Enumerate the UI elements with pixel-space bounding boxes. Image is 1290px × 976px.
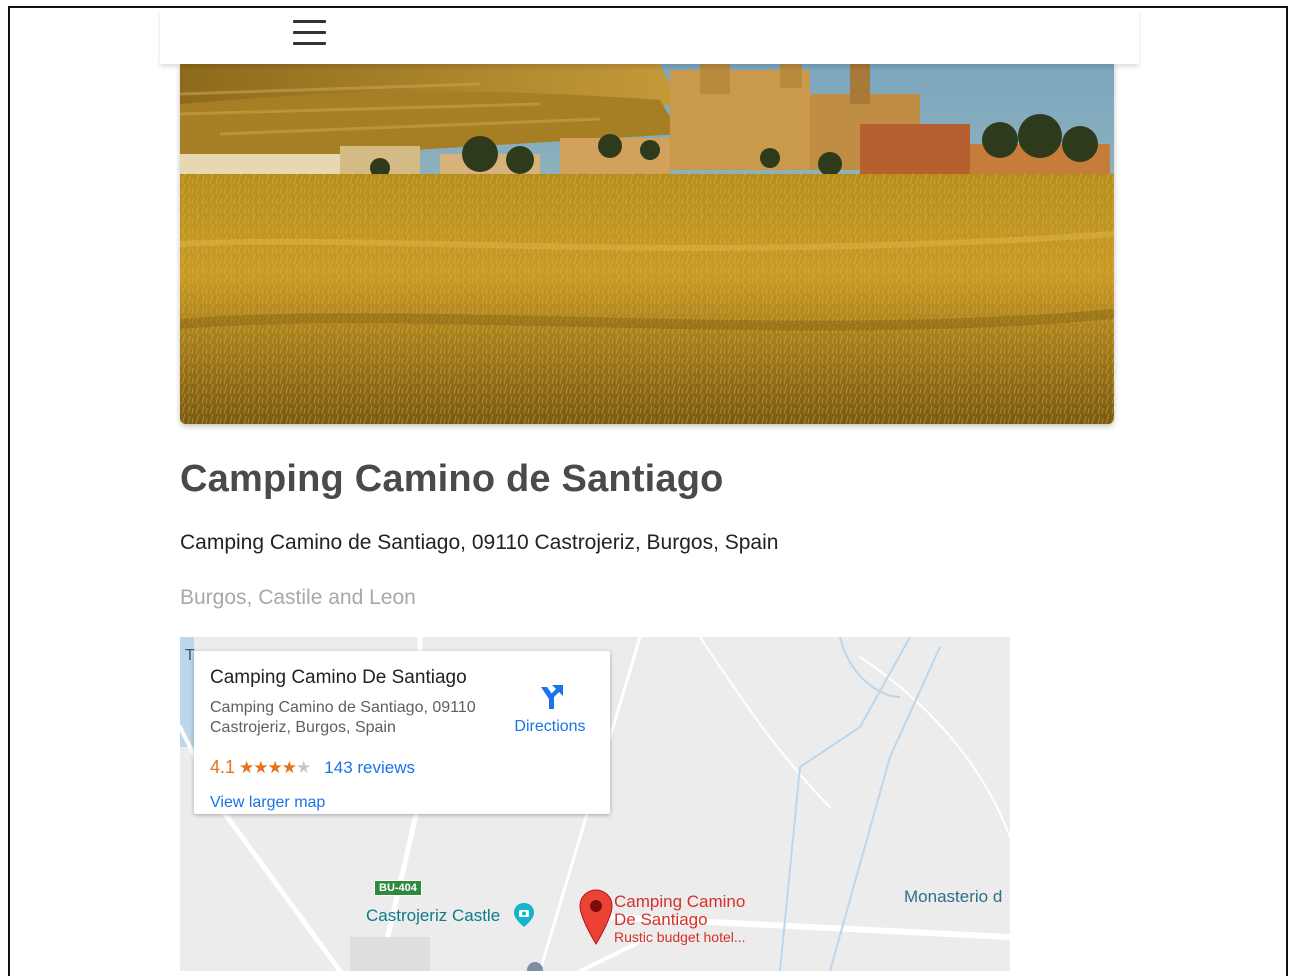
star-empty-icon: ★ [296,758,311,777]
place-card-title: Camping Camino De Santiago [210,667,467,688]
castle-label[interactable]: Castrojeriz Castle [366,906,500,926]
listing-address: Camping Camino de Santiago, 09110 Castro… [180,531,779,554]
hero-image [180,64,1114,424]
star-icon: ★ [281,758,297,777]
location-pin-icon[interactable] [578,888,614,946]
directions-label: Directions [514,718,586,735]
pin-label-subtitle: Rustic budget hotel... [614,929,746,945]
rating-stars: ★★★★★ [239,758,311,777]
rating-value: 4.1 [210,757,236,777]
monastery-label[interactable]: Monasterio d [904,887,1002,907]
pin-label-title[interactable]: Camping Camino De Santiago [614,893,764,929]
star-icon: ★ [267,758,283,777]
reviews-link[interactable]: 143 reviews [324,758,415,777]
directions-icon [541,685,563,709]
road-number-badge: BU-404 [374,880,422,896]
place-info-card: Camping Camino De Santiago Camping Camin… [194,651,610,814]
page-title: Camping Camino de Santiago [180,458,724,500]
directions-button[interactable]: Directions [510,681,590,736]
listing-region: Burgos, Castile and Leon [180,586,416,609]
map-poi-icon[interactable] [526,961,544,971]
embedded-map[interactable]: T Camping Camino De Santiago Camping Cam… [180,637,1010,971]
star-icon: ★ [253,758,268,777]
camera-poi-icon[interactable] [513,902,535,928]
star-icon: ★ [239,758,254,777]
view-larger-map-link[interactable]: View larger map [210,794,325,812]
top-navbar [160,8,1139,64]
hamburger-menu-icon[interactable] [292,17,328,47]
rating-row: 4.1 ★★★★★ 143 reviews [210,757,415,778]
place-card-address: Camping Camino de Santiago, 09110 Castro… [210,699,476,736]
